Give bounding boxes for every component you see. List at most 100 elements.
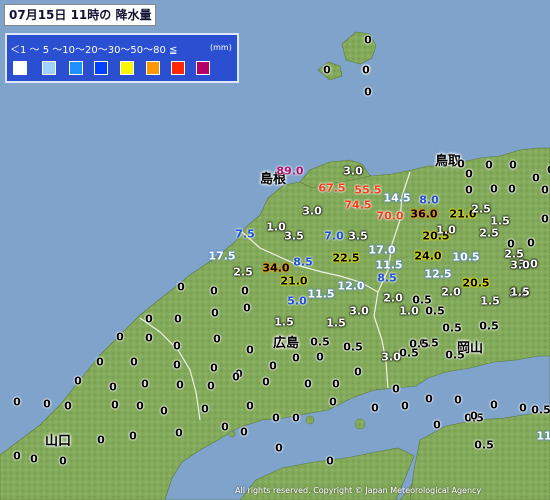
observation-value: 0 [201, 402, 209, 416]
observation-value: 0 [210, 361, 218, 375]
observation-value: 0 [246, 399, 254, 413]
observation-value: 0.5 [310, 335, 330, 349]
legend-swatch [146, 61, 160, 75]
observation-value: 0 [532, 171, 540, 185]
observation-value: 0 [292, 351, 300, 365]
observation-value: 0 [97, 433, 105, 447]
observation-value: 0 [527, 236, 535, 250]
observation-value: 0 [136, 399, 144, 413]
observation-value: 11 [536, 429, 550, 443]
observation-value: 0 [74, 374, 82, 388]
legend-swatch [69, 61, 83, 75]
observation-value: 12.5 [424, 267, 452, 281]
observation-value: 0 [160, 404, 168, 418]
observation-value: 0 [272, 411, 280, 425]
observation-value: 0.5 [474, 438, 494, 452]
observation-value: 0 [177, 280, 185, 294]
observation-value: 0 [141, 377, 149, 391]
observation-value: 55.5 [354, 183, 382, 197]
precipitation-map: 07月15日 11時の 降水量 ＜1 〜 5 〜10〜20〜30〜50〜80 ≦… [0, 0, 550, 500]
observation-value: 0 [401, 399, 409, 413]
observation-value: 8.5 [293, 255, 313, 269]
observation-value: 1.5 [274, 315, 294, 329]
observation-value: 0 [211, 306, 219, 320]
observation-value: 0 [364, 33, 372, 47]
legend-unit: (mm) [210, 43, 232, 52]
observation-value: 0 [116, 330, 124, 344]
observation-value: 0 [541, 183, 549, 197]
observation-value: 0 [433, 418, 441, 432]
observation-value: 0 [30, 452, 38, 466]
observation-value: 14.5 [383, 191, 411, 205]
observation-value: 0 [221, 420, 229, 434]
observation-value: 0 [425, 392, 433, 406]
small-island-3 [228, 430, 236, 438]
observation-value: 1.5 [326, 316, 346, 330]
observation-value: 0 [326, 454, 334, 468]
observation-value: 0 [485, 158, 493, 172]
legend-swatch [13, 61, 27, 75]
observation-value: 2.0 [441, 285, 461, 299]
observation-value: 0 [470, 409, 478, 423]
small-island-1 [305, 415, 315, 425]
observation-value: 0 [109, 380, 117, 394]
observation-value: 1.0 [266, 220, 286, 234]
observation-value: 0 [173, 358, 181, 372]
observation-value: 0 [96, 355, 104, 369]
observation-value: 0.5 [479, 319, 499, 333]
observation-value: 8.5 [377, 271, 397, 285]
observation-value: 0.5 [399, 346, 419, 360]
observation-value: 34.0 [262, 261, 290, 275]
observation-value: 5.0 [287, 294, 307, 308]
legend-swatch [94, 61, 108, 75]
observation-value: 1.0 [399, 304, 419, 318]
observation-value: 0 [232, 370, 240, 384]
observation-value: 0 [269, 359, 277, 373]
observation-value: 0 [465, 167, 473, 181]
observation-value: 0 [175, 426, 183, 440]
observation-value: 22.5 [332, 251, 360, 265]
observation-value: 2.5 [471, 202, 491, 216]
observation-value: 0 [213, 332, 221, 346]
observation-value: 0 [392, 382, 400, 396]
observation-value: 0.5 [531, 403, 550, 417]
label-hiroshima: 広島 [273, 336, 300, 351]
observation-value: 8.0 [419, 193, 439, 207]
observation-value: 0 [13, 449, 21, 463]
observation-value: 0.5 [425, 304, 445, 318]
observation-value: 74.5 [344, 198, 372, 212]
observation-value: 0 [329, 395, 337, 409]
observation-value: 0 [275, 441, 283, 455]
observation-value: 3.0 [381, 350, 401, 364]
observation-value: 0 [207, 379, 215, 393]
observation-value: 0 [174, 312, 182, 326]
observation-value: 0 [13, 395, 21, 409]
observation-value: 0 [509, 158, 517, 172]
observation-value: 0.5 [445, 348, 465, 362]
observation-value: 17.0 [368, 243, 396, 257]
observation-value: 0 [371, 401, 379, 415]
observation-value: 0 [176, 378, 184, 392]
observation-value: 0 [364, 85, 372, 99]
observation-value: 1.5 [510, 285, 530, 299]
legend-scale: ＜1 〜 5 〜10〜20〜30〜50〜80 ≦ [10, 45, 178, 56]
observation-value: 0.5 [343, 340, 363, 354]
observation-value: 0 [130, 355, 138, 369]
precipitation-legend: ＜1 〜 5 〜10〜20〜30〜50〜80 ≦ (mm) [5, 33, 239, 83]
small-island-2 [354, 418, 366, 430]
observation-value: 0 [59, 454, 67, 468]
observation-value: 0 [111, 398, 119, 412]
observation-value: 0 [508, 182, 516, 196]
observation-value: 11.5 [375, 258, 403, 272]
observation-value: 0 [246, 343, 254, 357]
observation-value: 12.0 [337, 279, 365, 293]
observation-value: 67.5 [318, 181, 346, 195]
observation-value: 0 [145, 331, 153, 345]
observation-value: 2.5 [479, 226, 499, 240]
observation-value: 0 [210, 284, 218, 298]
observation-value: 0 [243, 301, 251, 315]
legend-swatch [120, 61, 134, 75]
observation-value: 3.0 [343, 164, 363, 178]
legend-swatch [196, 61, 210, 75]
observation-value: 1.5 [480, 294, 500, 308]
